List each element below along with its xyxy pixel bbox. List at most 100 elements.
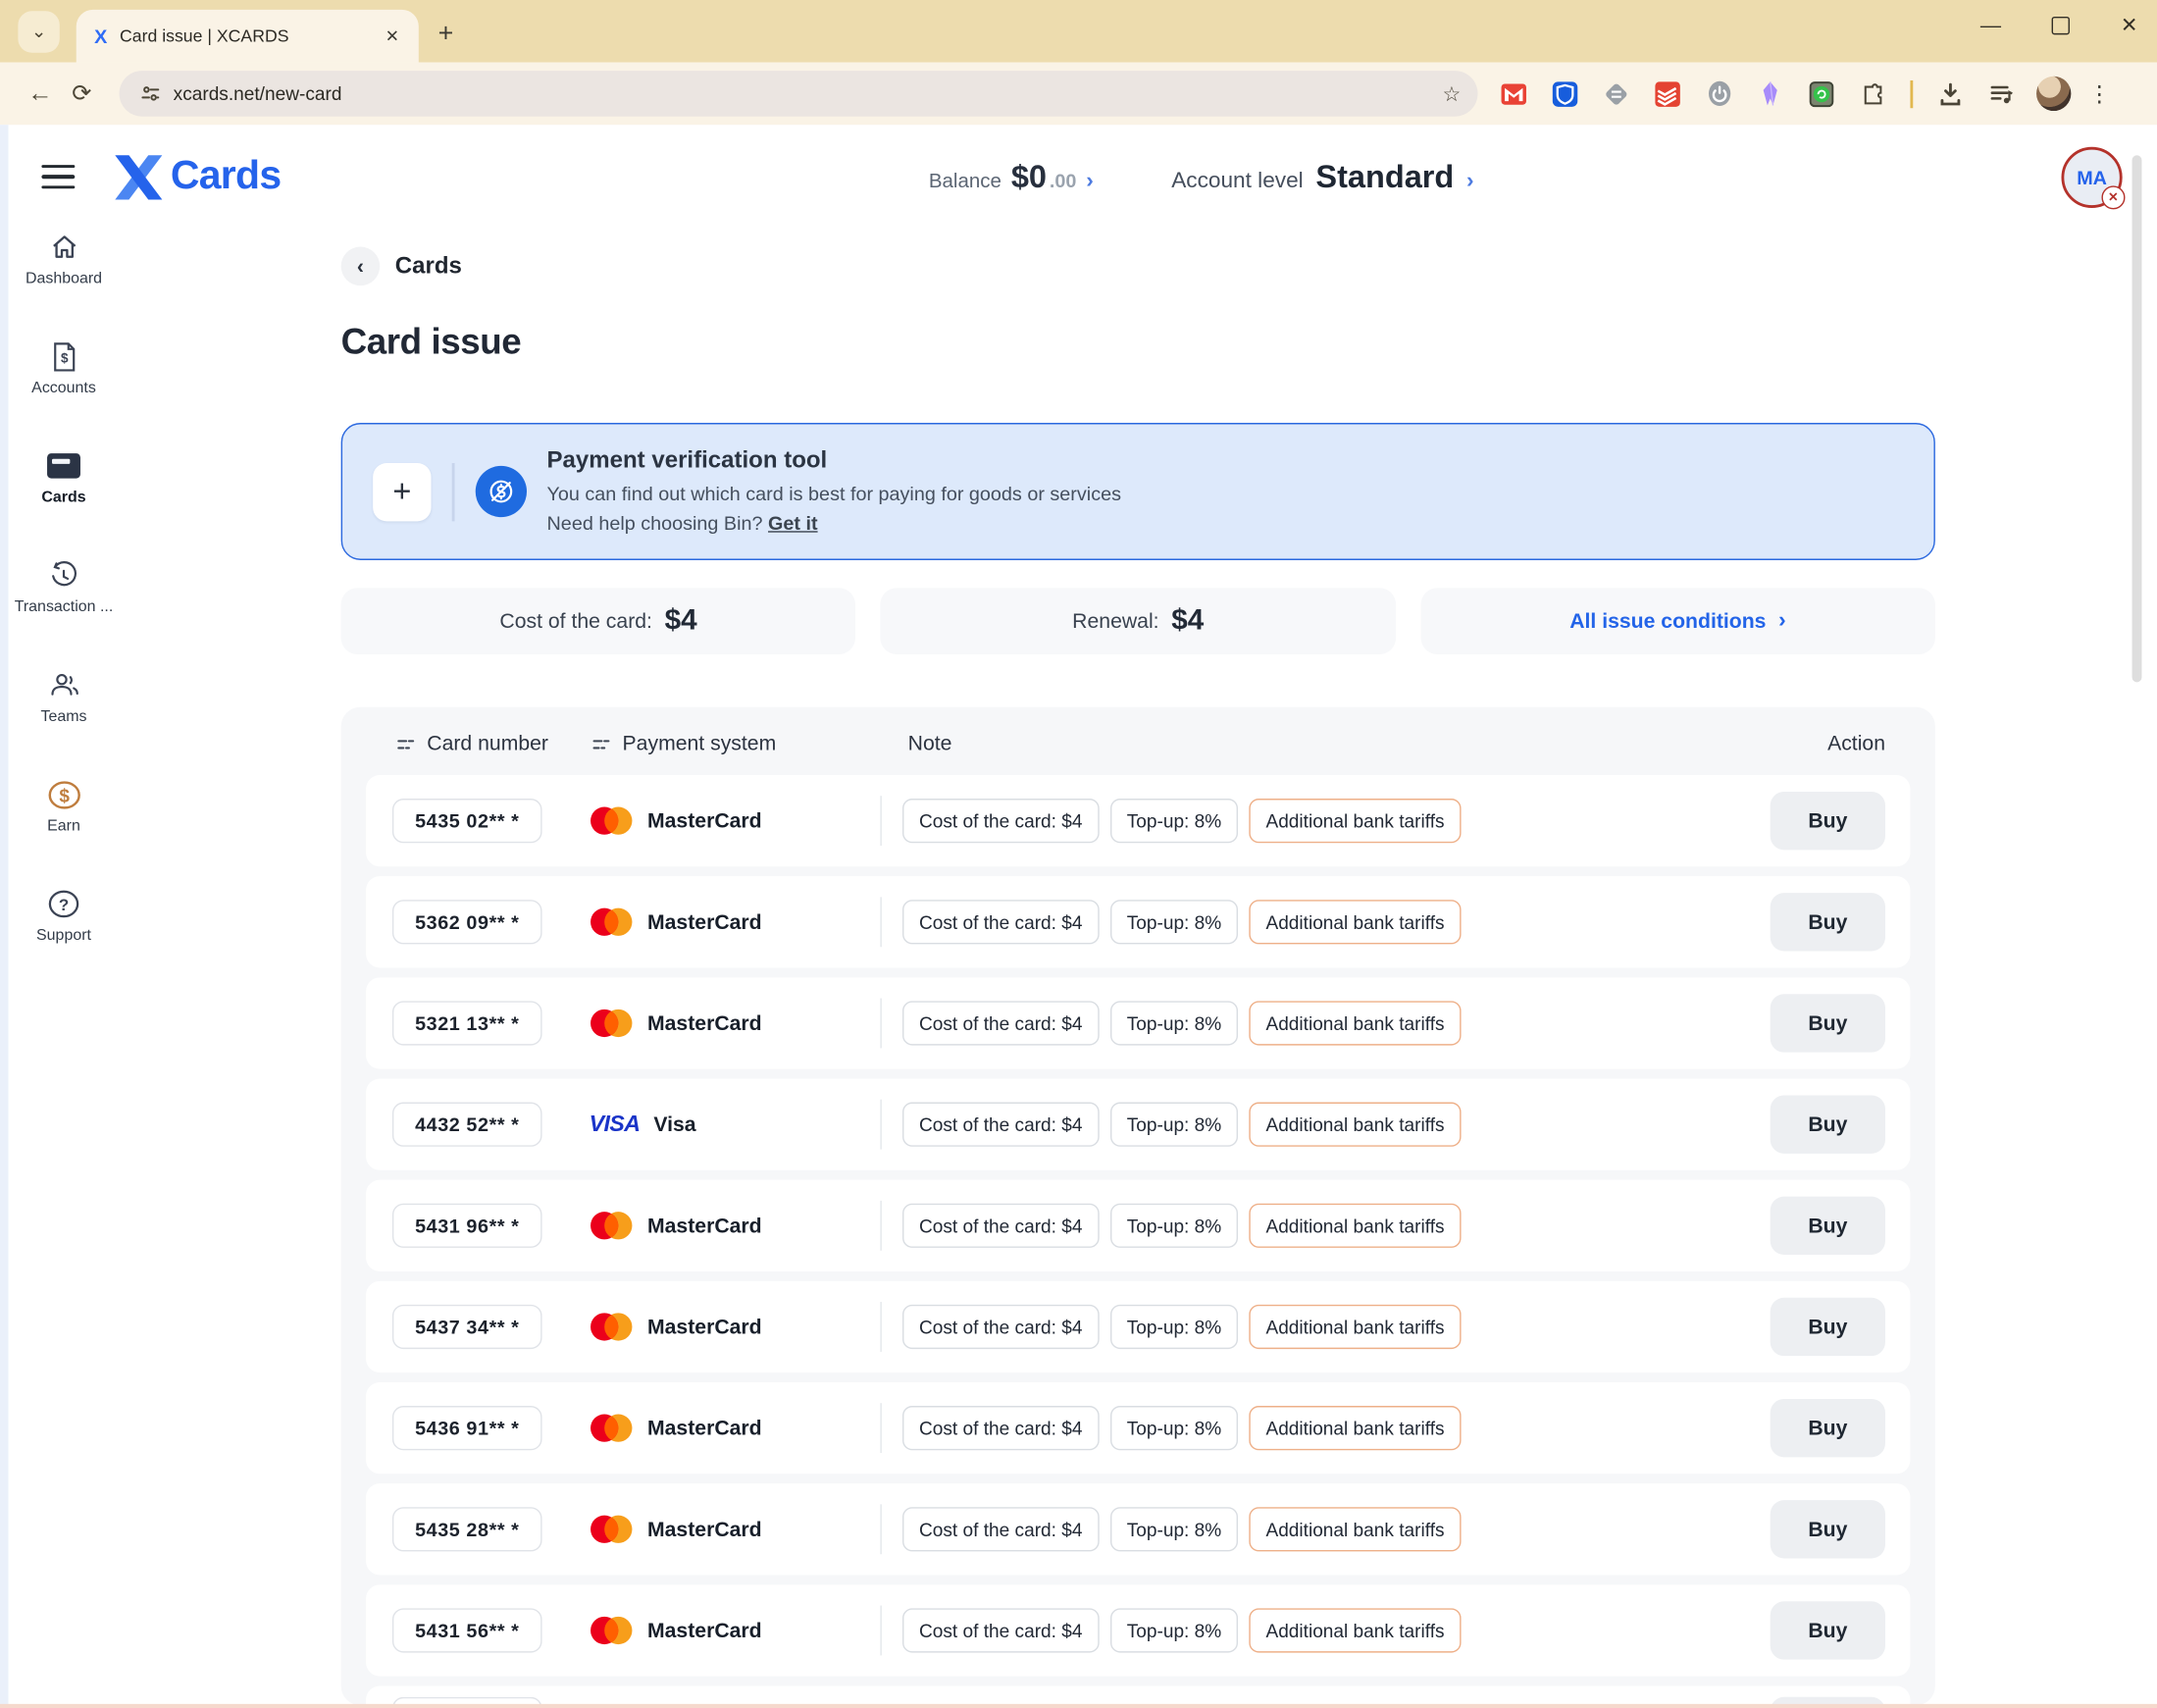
crystal-extension-icon[interactable] [1754, 77, 1787, 110]
svg-text:?: ? [59, 896, 69, 914]
payment-system-name: MasterCard [647, 1011, 762, 1035]
sidebar-item-earn[interactable]: $ Earn [0, 776, 128, 886]
card-row: 5437 34** * MasterCard Cost of the card:… [366, 1281, 1910, 1372]
buy-button[interactable]: Buy [1771, 1601, 1885, 1659]
note-chips: Cost of the card: $4Top-up: 8%Additional… [902, 1001, 1771, 1045]
sidebar: Dashboard $ Accounts Cards Transaction .… [0, 229, 128, 996]
buy-button[interactable]: Buy [1771, 1500, 1885, 1558]
url-text[interactable]: xcards.net/new-card [174, 83, 1443, 104]
note-chips: Cost of the card: $4Top-up: 8%Additional… [902, 1204, 1771, 1248]
note-chip: Top-up: 8% [1110, 1204, 1238, 1248]
page-title: Card issue [341, 320, 1935, 363]
buy-button[interactable]: Buy [1771, 893, 1885, 951]
buy-button[interactable]: Buy [1771, 792, 1885, 850]
todoist-extension-icon[interactable] [1651, 77, 1684, 110]
column-action: Action [1827, 732, 1885, 755]
note-chips: Cost of the card: $4Top-up: 8%Additional… [902, 1305, 1771, 1349]
card-row: 5436 91** * MasterCard Cost of the card:… [366, 1382, 1910, 1474]
breadcrumb: ‹ Cards [341, 247, 1935, 286]
downloads-icon[interactable] [1933, 77, 1967, 110]
hamburger-menu-icon[interactable] [41, 165, 75, 189]
buy-button[interactable]: Buy [1771, 994, 1885, 1052]
reload-button[interactable]: ⟳ [61, 79, 102, 107]
minimize-button[interactable]: — [1977, 11, 2004, 38]
tab-search-button[interactable]: ⌄ [18, 11, 59, 52]
column-payment-system[interactable]: Payment system [591, 732, 907, 755]
new-tab-button[interactable]: + [438, 20, 454, 50]
card-number-chip: 5436 91** * [392, 1406, 542, 1450]
back-button[interactable]: ← [20, 79, 61, 109]
dollar-coin-icon: $ [46, 776, 80, 812]
note-chip: Cost of the card: $4 [902, 799, 1099, 843]
close-window-button[interactable]: ✕ [2116, 11, 2143, 38]
note-chip: Top-up: 8% [1110, 1406, 1238, 1450]
bookmark-star-icon[interactable]: ☆ [1443, 81, 1462, 106]
sidebar-item-label: Cards [41, 490, 85, 506]
renewal-box: Renewal: $4 [881, 588, 1396, 654]
note-chip: Cost of the card: $4 [902, 1507, 1099, 1551]
buy-button[interactable]: Buy [1771, 1399, 1885, 1457]
sidebar-item-transaction[interactable]: Transaction ... [0, 557, 128, 667]
chevron-right-icon: › [1778, 608, 1786, 633]
account-level-label: Account level [1171, 169, 1304, 193]
account-level-value: Standard [1315, 158, 1454, 195]
card-number-chip: 5362 09** * [392, 900, 542, 944]
note-chip: Cost of the card: $4 [902, 900, 1099, 944]
sort-icon [396, 734, 416, 753]
mastercard-logo-icon [590, 1211, 634, 1241]
breadcrumb-back-button[interactable]: ‹ [341, 247, 381, 286]
user-avatar[interactable]: MA ✕ [2061, 147, 2122, 208]
card-cost-box: Cost of the card: $4 [341, 588, 856, 654]
buy-button[interactable]: Buy [1771, 1298, 1885, 1356]
mastercard-logo-icon [590, 906, 634, 937]
tab-close-icon[interactable]: ✕ [380, 24, 405, 48]
sidebar-item-cards[interactable]: Cards [0, 447, 128, 557]
buy-button[interactable]: Buy [1771, 1095, 1885, 1153]
card-row [366, 1685, 1910, 1705]
add-button[interactable]: + [373, 462, 431, 520]
get-it-link[interactable]: Get it [768, 511, 818, 534]
gmail-extension-icon[interactable] [1497, 77, 1530, 110]
sidebar-item-support[interactable]: ? Support [0, 886, 128, 996]
payment-system-name: MasterCard [647, 1619, 762, 1642]
sidebar-item-teams[interactable]: Teams [0, 667, 128, 777]
power-extension-icon[interactable] [1702, 77, 1735, 110]
browser-profile-avatar[interactable] [2035, 77, 2070, 111]
diamond-extension-icon[interactable] [1600, 77, 1633, 110]
bitwarden-extension-icon[interactable] [1549, 77, 1582, 110]
note-chip: Cost of the card: $4 [902, 1305, 1099, 1349]
url-bar[interactable]: xcards.net/new-card ☆ [120, 71, 1478, 117]
note-chip: Cost of the card: $4 [902, 1608, 1099, 1652]
note-chips: Cost of the card: $4Top-up: 8%Additional… [902, 1507, 1771, 1551]
note-chip: Top-up: 8% [1110, 1103, 1238, 1147]
card-number-chip: 5435 28** * [392, 1507, 542, 1551]
browser-menu-icon[interactable]: ⋮ [2088, 79, 2111, 107]
visa-logo-icon: VISA [590, 1112, 641, 1138]
note-chip: Top-up: 8% [1110, 799, 1238, 843]
banner-divider [452, 462, 454, 520]
site-info-icon[interactable] [140, 83, 161, 104]
sidebar-item-label: Earn [47, 818, 80, 835]
page-scrollbar[interactable] [2132, 155, 2142, 682]
issue-conditions-link[interactable]: All issue conditions › [1420, 588, 1935, 654]
browser-tab[interactable]: X Card issue | XCARDS ✕ [77, 10, 419, 63]
payment-system-name: MasterCard [647, 910, 762, 934]
playlist-icon[interactable] [1984, 77, 2018, 110]
table-header: Card number Payment system Note Action [341, 732, 1935, 775]
account-level-widget[interactable]: Account level Standard › [1171, 158, 1473, 195]
column-card-number[interactable]: Card number [396, 732, 591, 755]
sort-icon [591, 734, 611, 753]
extensions-puzzle-icon[interactable] [1856, 77, 1889, 110]
row-divider [880, 1606, 881, 1656]
renewal-value: $4 [1171, 604, 1204, 638]
brand-logo[interactable]: Cards [110, 152, 282, 202]
recorder-extension-icon[interactable] [1805, 77, 1838, 110]
buy-button[interactable]: Buy [1771, 1197, 1885, 1255]
payment-system-cell: MasterCard [590, 805, 881, 836]
note-chip: Top-up: 8% [1110, 900, 1238, 944]
sidebar-item-accounts[interactable]: $ Accounts [0, 338, 128, 448]
sidebar-item-dashboard[interactable]: Dashboard [0, 229, 128, 338]
chevron-right-icon: › [1466, 169, 1474, 193]
maximize-button[interactable] [2046, 11, 2074, 38]
balance-widget[interactable]: Balance $0 .00 › [929, 158, 1094, 195]
